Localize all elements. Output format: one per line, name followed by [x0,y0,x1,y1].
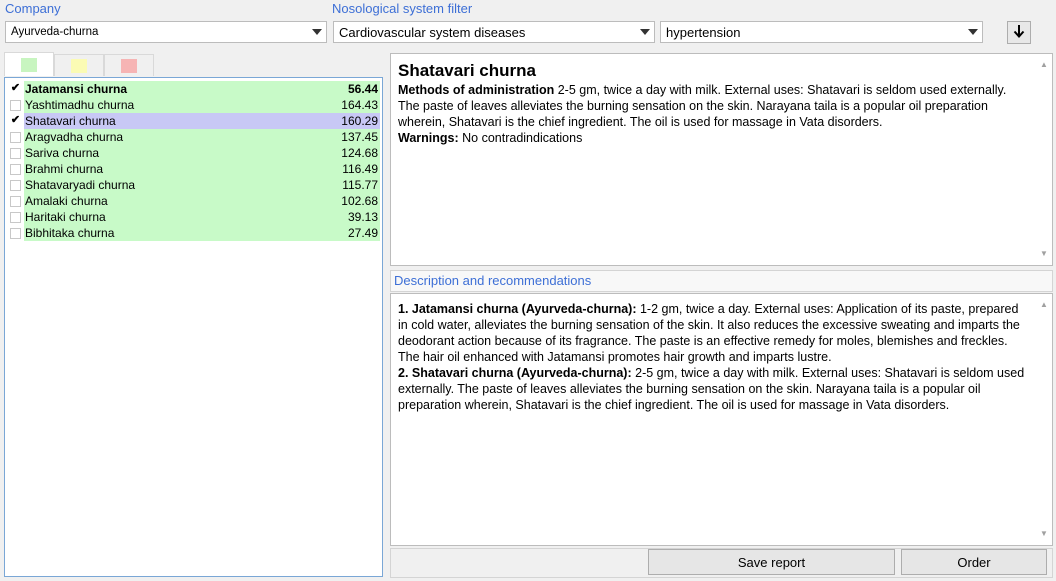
product-name: Haritaki churna [25,210,106,224]
chevron-down-icon[interactable] [308,22,326,42]
list-item-body[interactable]: Bibhitaka churna 27.49 [24,225,380,241]
tab-yellow[interactable] [54,54,104,76]
description-item-2: 2. Shatavari churna (Ayurveda-churna): 2… [398,365,1030,413]
product-score: 27.49 [347,226,378,240]
product-name: Yashtimadhu churna [25,98,135,112]
product-name: Jatamansi churna [25,82,128,96]
list-item[interactable]: ✔ Shatavari churna 160.29 [7,113,380,129]
scroll-down-icon[interactable]: ▼ [1040,526,1048,542]
list-item[interactable]: Sariva churna 124.68 [7,145,380,161]
tab-red[interactable] [104,54,154,76]
disease-select[interactable]: hypertension [660,21,983,43]
scroll-up-icon[interactable]: ▲ [1040,297,1048,313]
list-item[interactable]: Shatavaryadi churna 115.77 [7,177,380,193]
product-name: Bibhitaka churna [25,226,115,240]
tab-green[interactable] [4,52,54,76]
product-name: Aragvadha churna [25,130,124,144]
system-select[interactable]: Cardiovascular system diseases [333,21,655,43]
product-score: 164.43 [341,98,378,112]
order-button[interactable]: Order [901,549,1047,575]
list-item-body[interactable]: Jatamansi churna 56.44 [24,81,380,97]
list-item[interactable]: Yashtimadhu churna 164.43 [7,97,380,113]
description-item-1: 1. Jatamansi churna (Ayurveda-churna): 1… [398,301,1030,365]
product-name: Amalaki churna [25,194,108,208]
checkbox[interactable] [10,195,21,207]
list-item-body[interactable]: Yashtimadhu churna 164.43 [24,97,380,113]
description-panel: 1. Jatamansi churna (Ayurveda-churna): 1… [390,293,1053,546]
product-score: 115.77 [342,178,378,192]
red-swatch [121,58,137,73]
checkbox[interactable] [10,163,21,175]
description-item-title: 1. Jatamansi churna (Ayurveda-churna): [398,302,637,316]
detail-warnings: Warnings: No contradindications [398,130,1030,146]
list-item-body[interactable]: Haritaki churna 39.13 [24,209,380,225]
checkbox[interactable] [10,147,21,159]
description-header: Description and recommendations [390,270,1053,292]
product-name: Sariva churna [25,146,100,160]
detail-title: Shatavari churna [398,61,536,80]
list-item[interactable]: Haritaki churna 39.13 [7,209,380,225]
product-score: 56.44 [347,82,378,96]
scroll-down-icon[interactable]: ▼ [1040,246,1048,262]
description-scrollbar[interactable]: ▲ ▼ [1038,297,1050,542]
list-item-body[interactable]: Shatavari churna 160.29 [24,113,380,129]
disease-select-value: hypertension [666,24,741,40]
product-name: Shatavari churna [25,114,116,128]
list-item-body[interactable]: Brahmi churna 116.49 [24,161,380,177]
warnings-label: Warnings: [398,131,459,145]
list-item[interactable]: Amalaki churna 102.68 [7,193,380,209]
checkbox[interactable] [10,227,21,239]
scroll-up-icon[interactable]: ▲ [1040,57,1048,73]
description-item-title: 2. Shatavari churna (Ayurveda-churna): [398,366,632,380]
detail-panel: Shatavari churna Methods of administrati… [390,53,1053,266]
methods-label: Methods of administration [398,83,555,97]
list-item-body[interactable]: Aragvadha churna 137.45 [24,129,380,145]
product-score: 160.29 [341,114,378,128]
warnings-text: No contradindications [458,131,583,145]
list-item[interactable]: Brahmi churna 116.49 [7,161,380,177]
list-item[interactable]: Aragvadha churna 137.45 [7,129,380,145]
checkbox[interactable]: ✔ [10,114,21,127]
checkbox[interactable] [10,131,21,143]
detail-scrollbar[interactable]: ▲ ▼ [1038,57,1050,262]
product-score: 116.49 [342,162,378,176]
company-select-value: Ayurveda-churna [11,26,99,38]
checkbox[interactable] [10,211,21,223]
product-score: 39.13 [347,210,378,224]
checkbox[interactable] [10,179,21,191]
checkbox[interactable] [10,99,21,111]
checkbox[interactable]: ✔ [10,82,21,95]
list-item[interactable]: Bibhitaka churna 27.49 [7,225,380,241]
save-report-button[interactable]: Save report [648,549,895,575]
company-select[interactable]: Ayurveda-churna [5,21,327,43]
chevron-down-icon[interactable] [964,22,982,42]
product-list[interactable]: ✔ Jatamansi churna 56.44 Yashtimadhu churna… [4,77,383,577]
product-score: 102.68 [341,194,378,208]
company-label: Company [5,1,61,16]
nosology-filter-label: Nosological system filter [332,1,473,16]
color-tabs [4,52,154,76]
detail-methods: Methods of administration 2-5 gm, twice … [398,82,1030,130]
green-swatch [21,57,37,72]
yellow-swatch [71,58,87,73]
chevron-down-icon[interactable] [636,22,654,42]
sort-button[interactable] [1007,21,1031,44]
product-name: Brahmi churna [25,162,104,176]
product-score: 124.68 [341,146,378,160]
list-item-body[interactable]: Shatavaryadi churna 115.77 [24,177,380,193]
list-item-body[interactable]: Sariva churna 124.68 [24,145,380,161]
product-score: 137.45 [341,130,378,144]
list-item-body[interactable]: Amalaki churna 102.68 [24,193,380,209]
list-item[interactable]: ✔ Jatamansi churna 56.44 [7,81,380,97]
product-name: Shatavaryadi churna [25,178,136,192]
arrow-down-icon [1013,24,1025,41]
system-select-value: Cardiovascular system diseases [339,24,526,40]
